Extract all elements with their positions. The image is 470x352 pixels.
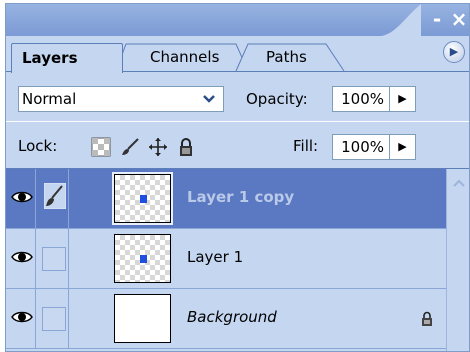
empty-link-box: [42, 247, 66, 271]
empty-link-box: [42, 307, 66, 331]
layer-name: Background: [187, 308, 277, 326]
tab-bar: Layers Channels Paths ▶: [6, 36, 469, 73]
layer-thumbnail: [114, 234, 171, 283]
eye-icon: [11, 191, 33, 203]
layer-row[interactable]: Background: [6, 289, 446, 349]
tab-layers[interactable]: Layers: [11, 43, 123, 73]
thumbnail-content: [140, 195, 147, 203]
chevron-down-icon: [203, 87, 215, 119]
lock-row: Lock: Fill: 100% ▶: [6, 123, 469, 169]
layer-thumbnail: [114, 294, 171, 343]
lock-position-icon[interactable]: [148, 137, 168, 157]
visibility-toggle[interactable]: [6, 229, 36, 288]
play-arrow-icon: ▶: [449, 45, 459, 58]
visibility-toggle[interactable]: [6, 169, 36, 228]
palette-menu-button[interactable]: ▶: [443, 41, 465, 63]
fill-input[interactable]: 100%: [332, 134, 390, 160]
visibility-toggle[interactable]: [6, 289, 36, 348]
layer-name: Layer 1: [187, 248, 244, 266]
play-arrow-icon: ▶: [398, 92, 407, 105]
link-toggle[interactable]: [36, 289, 69, 348]
lock-transparency-icon[interactable]: [91, 137, 111, 157]
layer-thumbnail: [114, 174, 171, 223]
blend-mode-row: Normal Opacity: 100% ▶: [6, 72, 469, 122]
close-button[interactable]: ×: [448, 8, 469, 30]
tab-paths[interactable]: Paths: [256, 43, 307, 73]
layers-palette: - × Layers Channels Paths ▶ Normal Opaci…: [5, 3, 470, 352]
layer-row[interactable]: Layer 1 copy: [6, 169, 446, 229]
chevron-up-icon[interactable]: [453, 179, 465, 187]
link-toggle[interactable]: [36, 229, 69, 288]
layer-name: Layer 1 copy: [187, 188, 295, 206]
eye-icon: [11, 311, 33, 323]
layers-list: Layer 1 copy Layer 1 Background: [6, 169, 469, 351]
blend-mode-select[interactable]: Normal: [18, 86, 224, 112]
fill-label: Fill:: [293, 137, 319, 155]
fill-slider-button[interactable]: ▶: [390, 134, 416, 160]
brush-icon: [44, 183, 66, 209]
layers-scrollbar[interactable]: [446, 169, 469, 351]
minimize-button[interactable]: -: [426, 8, 448, 30]
lock-image-pixels-icon[interactable]: [120, 137, 140, 157]
lock-label: Lock:: [18, 137, 58, 155]
lock-all-icon[interactable]: [176, 137, 196, 157]
lock-icon: [422, 311, 432, 326]
layer-row[interactable]: Layer 1: [6, 229, 446, 289]
opacity-label: Opacity:: [246, 90, 308, 108]
opacity-slider-button[interactable]: ▶: [390, 86, 416, 112]
eye-icon: [11, 251, 33, 263]
title-bar-decoration: [381, 4, 421, 36]
palette-title-bar[interactable]: - ×: [6, 4, 469, 36]
blend-mode-value: Normal: [22, 90, 77, 108]
play-arrow-icon: ▶: [398, 140, 407, 153]
link-toggle[interactable]: [36, 169, 69, 228]
opacity-input[interactable]: 100%: [332, 86, 390, 112]
tab-channels[interactable]: Channels: [140, 43, 219, 73]
thumbnail-content: [140, 255, 147, 263]
